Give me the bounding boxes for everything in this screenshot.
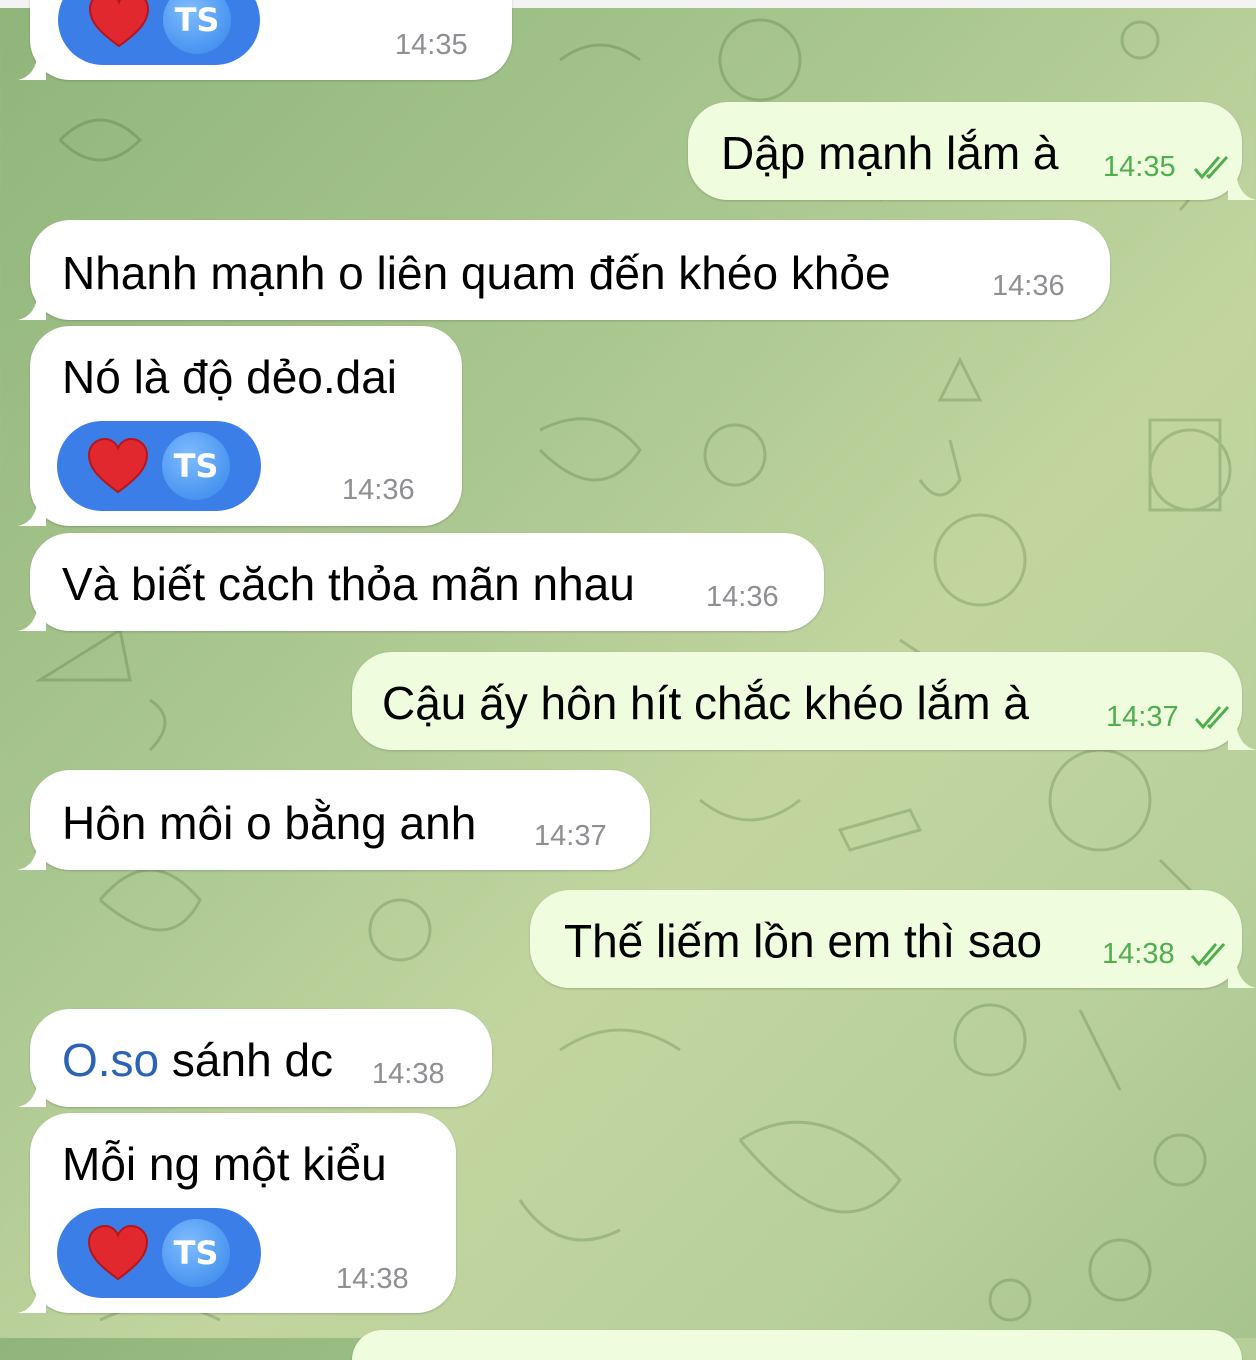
- heart-icon: [88, 0, 150, 48]
- bubble-tail: [1228, 960, 1256, 988]
- message-text: Nhanh mạnh o liên quam đến khéo khỏe: [62, 247, 891, 299]
- message-time: 14:38: [336, 1263, 409, 1295]
- message-incoming[interactable]: TS 14:35: [0, 0, 540, 90]
- message-time: 14:38: [372, 1058, 445, 1090]
- message-outgoing[interactable]: Cậu ấy hôn hít chắc khéo lắm à 14:37: [350, 652, 1256, 750]
- bubble-tail: [18, 292, 46, 320]
- bubble-tail: [18, 1079, 46, 1107]
- message-incoming[interactable]: Nhanh mạnh o liên quam đến khéo khỏe 14:…: [16, 220, 1116, 320]
- message-link[interactable]: O.so: [62, 1034, 159, 1086]
- message-text: Mỗi ng một kiểu: [62, 1138, 387, 1190]
- double-check-icon: [1194, 705, 1230, 730]
- bubble-tail: [18, 1285, 46, 1313]
- message-time: 14:36: [342, 474, 415, 506]
- reaction-pill[interactable]: TS: [57, 421, 261, 511]
- message-outgoing[interactable]: Dập mạnh lắm à 14:35: [686, 102, 1256, 200]
- reaction-pill[interactable]: TS: [58, 0, 260, 65]
- message-incoming[interactable]: Mỗi ng một kiểu TS 14:38: [16, 1113, 476, 1313]
- bubble-tail: [18, 842, 46, 870]
- reaction-pill[interactable]: TS: [57, 1208, 261, 1298]
- message-text-rest: sánh dc: [159, 1034, 334, 1086]
- message-text: Hôn môi o bằng anh: [62, 797, 477, 849]
- message-time: 14:37: [534, 820, 607, 852]
- double-check-icon: [1190, 942, 1226, 967]
- avatar[interactable]: TS: [162, 432, 230, 500]
- bubble-tail: [18, 603, 46, 631]
- message-text: Cậu ấy hôn hít chắc khéo lắm à: [382, 677, 1029, 729]
- bubble-tail: [18, 52, 46, 80]
- message-outgoing[interactable]: Thế liếm lồn em thì sao 14:38: [528, 890, 1256, 988]
- message-text: O.so sánh dc: [62, 1037, 333, 1083]
- message-text: Nó là độ dẻo.dai: [62, 351, 398, 403]
- message-incoming[interactable]: O.so sánh dc 14:38: [16, 1009, 506, 1107]
- message-text: Dập mạnh lắm à: [721, 127, 1059, 179]
- message-time: 14:38: [1102, 938, 1175, 970]
- message-outgoing-partial[interactable]: [350, 1330, 1256, 1360]
- message-incoming[interactable]: Và biết căch thỏa mãn nhau 14:36: [16, 533, 836, 631]
- message-incoming[interactable]: Nó là độ dẻo.dai TS 14:36: [16, 326, 476, 526]
- message-time: 14:35: [1103, 151, 1176, 183]
- message-time: 14:35: [395, 29, 468, 61]
- heart-icon: [87, 1224, 149, 1281]
- message-bubble[interactable]: [352, 1330, 1242, 1360]
- message-text: Thế liếm lồn em thì sao: [564, 915, 1043, 967]
- message-text: Và biết căch thỏa mãn nhau: [62, 558, 635, 610]
- heart-icon: [87, 437, 149, 494]
- bubble-tail: [18, 498, 46, 526]
- message-time: 14:36: [706, 581, 779, 613]
- avatar[interactable]: TS: [162, 1219, 230, 1287]
- message-time: 14:37: [1106, 701, 1179, 733]
- message-incoming[interactable]: Hôn môi o bằng anh 14:37: [16, 770, 656, 870]
- message-time: 14:36: [992, 270, 1065, 302]
- avatar[interactable]: TS: [163, 0, 231, 54]
- double-check-icon: [1193, 155, 1229, 180]
